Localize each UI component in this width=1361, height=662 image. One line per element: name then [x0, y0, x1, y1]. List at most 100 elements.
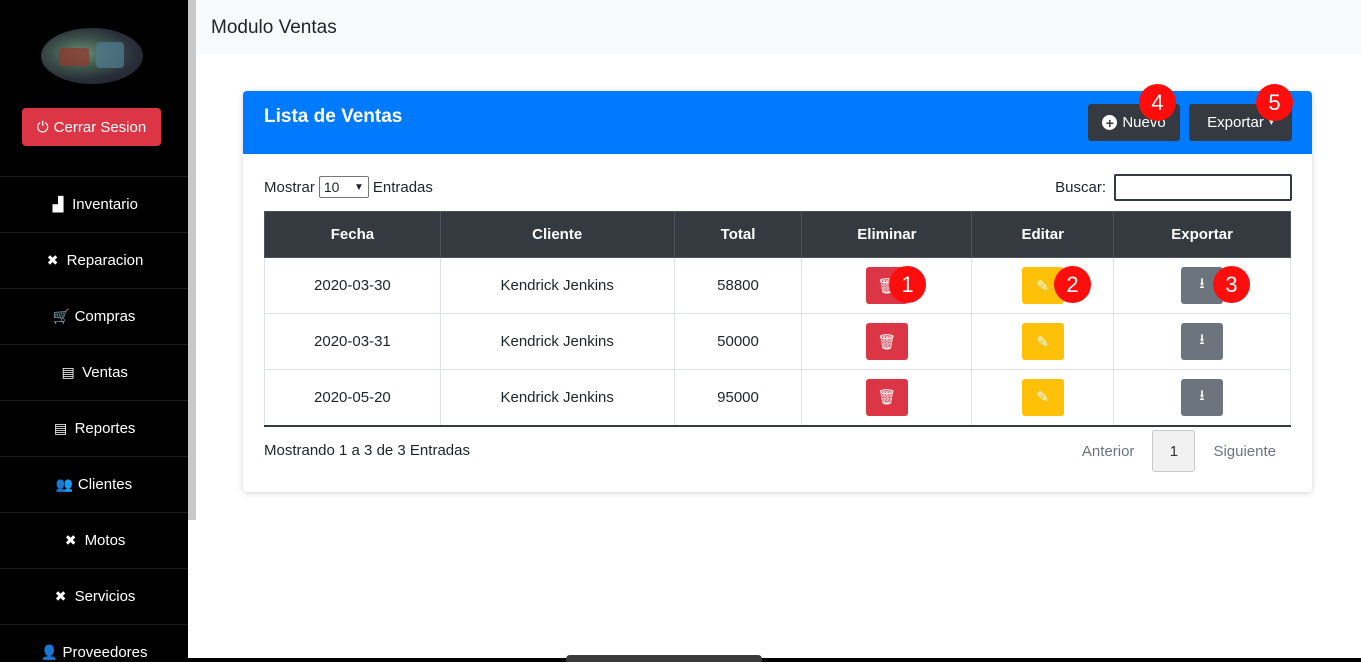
download-button[interactable]: ⭳ [1181, 378, 1224, 416]
sidebar-item-clientes[interactable]: 👥 Clientes [0, 456, 188, 512]
cell-eliminar: 🗑 [801, 369, 973, 427]
table-info: Mostrando 1 a 3 de 3 Entradas [264, 442, 470, 459]
column-header-eliminar[interactable]: Eliminar [801, 211, 973, 258]
sidebar-item-inventario[interactable]: ▟ Inventario [0, 176, 188, 232]
sales-table: Fecha Cliente Total Eliminar Editar Expo… [264, 211, 1291, 427]
plus-circle-icon: + [1102, 115, 1118, 130]
logout-button[interactable]: ⏻ Cerrar Sesion [22, 108, 161, 146]
sidebar-item-motos[interactable]: ✖ Motos [0, 512, 188, 568]
cell-fecha: 2020-03-30 [264, 257, 441, 314]
cell-editar: ✎ [971, 257, 1115, 314]
pagination: Anterior 1 Siguiente [1082, 430, 1276, 472]
sidebar-item-reportes[interactable]: ▤ Reportes [0, 400, 188, 456]
search-label: Buscar: [1055, 179, 1106, 196]
cart-icon: 🛒 [52, 308, 70, 324]
taskbar-handle [566, 655, 762, 662]
power-icon: ⏻ [36, 118, 49, 136]
sidebar-item-label: Compras [74, 308, 136, 325]
cell-eliminar: 🗑 [801, 257, 973, 314]
annotation-badge: 3 [1213, 266, 1250, 303]
column-header-fecha[interactable]: Fecha [264, 211, 441, 258]
card-title: Lista de Ventas [264, 106, 403, 127]
cell-cliente: Kendrick Jenkins [439, 313, 675, 370]
sales-card: Lista de Ventas + Nuevo Exportar ▾ Mostr… [243, 91, 1312, 492]
sidebar-item-reparacion[interactable]: ✖ Reparacion [0, 232, 188, 288]
sidebar: ⏻ Cerrar Sesion ▟ Inventario ✖ Reparacio… [0, 0, 188, 662]
users-icon: 👥 [55, 476, 74, 492]
cell-exportar: ⭳ [1113, 313, 1291, 370]
sidebar-item-label: Reportes [74, 420, 136, 437]
entries-select[interactable]: 10 ▼ [318, 176, 369, 198]
warehouse-icon: ▟ [52, 196, 64, 212]
trash-icon: 🗑 [877, 333, 897, 351]
table-header-row: Fecha Cliente Total Eliminar Editar Expo… [264, 211, 1291, 258]
sidebar-item-label: Proveedores [62, 644, 148, 661]
edit-button[interactable]: ✎ [1021, 323, 1064, 360]
window-bottom-edge [188, 658, 1361, 662]
avatar [41, 28, 143, 84]
tools-icon: ✖ [46, 252, 59, 268]
top-header: Modulo Ventas [196, 0, 1361, 54]
edit-icon: ✎ [1036, 333, 1049, 351]
chevron-down-icon: ▼ [353, 181, 364, 193]
search-input[interactable] [1114, 174, 1292, 201]
cell-exportar: ⭳ [1113, 369, 1291, 427]
sidebar-item-servicios[interactable]: ✖ Servicios [0, 568, 188, 624]
length-suffix: Entradas [372, 178, 433, 196]
edit-icon: ✎ [1036, 389, 1049, 407]
column-header-cliente[interactable]: Cliente [439, 211, 675, 258]
cash-register-icon: ▤ [61, 364, 75, 380]
sidebar-item-proveedores[interactable]: 👤 Proveedores [0, 624, 188, 662]
sidebar-item-label: Reparacion [66, 252, 144, 269]
cell-fecha: 2020-03-31 [264, 313, 441, 370]
download-icon: ⭳ [1199, 386, 1205, 404]
search-control: Buscar: [1055, 174, 1292, 201]
sidebar-nav: ▟ Inventario ✖ Reparacion 🛒 Compras ▤ Ve… [0, 176, 188, 662]
page-button-1[interactable]: 1 [1152, 430, 1196, 472]
length-prefix: Mostrar [264, 178, 315, 196]
entries-length-control: Mostrar 10 ▼ Entradas [264, 176, 433, 198]
tools-icon: ✖ [54, 588, 67, 604]
sidebar-item-compras[interactable]: 🛒 Compras [0, 288, 188, 344]
table-row: 2020-05-20 Kendrick Jenkins 95000 🗑 ✎ ⭳ [264, 369, 1291, 427]
delete-button[interactable]: 🗑 [865, 323, 908, 360]
logout-label: Cerrar Sesion [53, 118, 147, 136]
annotation-badge: 1 [889, 266, 926, 303]
edit-icon: ✎ [1036, 277, 1049, 295]
page-title: Modulo Ventas [211, 17, 337, 38]
column-header-exportar[interactable]: Exportar [1113, 211, 1291, 258]
user-tie-icon: 👤 [40, 644, 58, 660]
sidebar-scrollbar[interactable] [188, 0, 196, 520]
previous-page-button[interactable]: Anterior [1082, 443, 1135, 460]
table-row: 2020-03-31 Kendrick Jenkins 50000 🗑 ✎ ⭳ [264, 313, 1291, 370]
sidebar-item-label: Motos [84, 532, 126, 549]
tools-icon: ✖ [64, 532, 77, 548]
entries-select-value: 10 [323, 179, 340, 195]
cell-fecha: 2020-05-20 [264, 369, 441, 427]
sidebar-item-label: Inventario [72, 196, 138, 213]
cell-total: 95000 [673, 369, 803, 427]
download-button[interactable]: ⭳ [1181, 323, 1224, 360]
trash-icon: 🗑 [877, 389, 897, 407]
column-header-editar[interactable]: Editar [971, 211, 1115, 258]
annotation-badge: 2 [1054, 266, 1091, 303]
download-icon: ⭳ [1199, 275, 1205, 292]
sidebar-item-label: Clientes [77, 476, 133, 493]
cell-total: 50000 [673, 313, 803, 370]
cell-cliente: Kendrick Jenkins [439, 257, 675, 314]
next-page-button[interactable]: Siguiente [1213, 443, 1276, 460]
cell-exportar: ⭳ [1113, 257, 1291, 314]
sidebar-item-ventas[interactable]: ▤ Ventas [0, 344, 188, 400]
export-button-label: Exportar [1207, 114, 1264, 131]
cell-cliente: Kendrick Jenkins [439, 369, 675, 427]
cell-editar: ✎ [971, 369, 1115, 427]
edit-button[interactable]: ✎ [1021, 378, 1064, 416]
delete-button[interactable]: 🗑 [865, 378, 908, 416]
annotation-badge: 4 [1139, 84, 1176, 121]
download-icon: ⭳ [1199, 331, 1205, 348]
sidebar-item-label: Servicios [74, 588, 136, 605]
column-header-total[interactable]: Total [673, 211, 803, 258]
cell-eliminar: 🗑 [801, 313, 973, 370]
cell-total: 58800 [673, 257, 803, 314]
cell-editar: ✎ [971, 313, 1115, 370]
